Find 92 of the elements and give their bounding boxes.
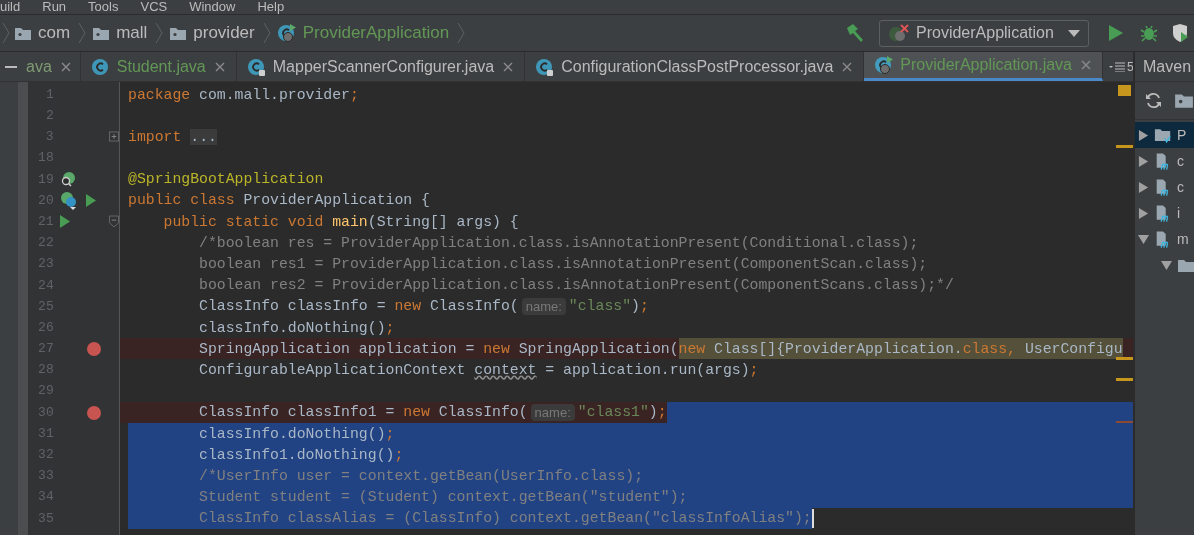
coverage-icon[interactable] xyxy=(1172,24,1188,42)
breadcrumb-label: com xyxy=(38,22,71,45)
tree-item-label: c xyxy=(1177,180,1184,194)
code-line: public class ProviderApplication { xyxy=(128,191,430,211)
tree-item[interactable]: c xyxy=(1135,148,1194,174)
editor-tab[interactable]: Student.java xyxy=(80,52,237,81)
collapsed-arrow-icon[interactable] xyxy=(1138,129,1149,141)
breakpoint[interactable] xyxy=(86,405,101,420)
menu-item[interactable]: uild xyxy=(0,0,21,14)
close-icon[interactable] xyxy=(59,60,72,73)
breadcrumb-label: mall xyxy=(116,22,148,45)
close-icon[interactable] xyxy=(502,60,515,73)
editor-tab[interactable]: ava xyxy=(22,52,81,81)
parameter-hint: name: xyxy=(521,297,566,315)
code-fragment: ClassInfo classInfo = new ClassInfo( xyxy=(198,297,519,317)
code-line: /*boolean res = ProviderApplication.class.isAnnotationPresent(Conditional.class); xyxy=(198,233,919,253)
breadcrumb-separator-icon xyxy=(262,22,271,44)
minimize-icon[interactable] xyxy=(5,65,17,68)
code-line: @SpringBootApplication xyxy=(128,170,324,190)
menu-item[interactable]: Help xyxy=(257,0,285,14)
breadcrumb-item[interactable]: com xyxy=(12,20,91,46)
breadcrumb-item[interactable]: mall xyxy=(90,20,168,46)
breadcrumb-separator-icon xyxy=(457,22,466,44)
code-line: classInfo.doNothing(); xyxy=(198,318,395,338)
run-icon[interactable] xyxy=(85,194,96,208)
code-line: ClassInfo classAlias = (ClassInfo) context.getBean("classInfoAlias"); xyxy=(198,509,812,529)
code-line: import ... xyxy=(128,127,217,147)
breadcrumb-item[interactable]: provider xyxy=(167,20,275,46)
code-fragment: "class1"); xyxy=(577,403,667,423)
warning-marker[interactable] xyxy=(1118,85,1131,96)
parameter-hint: name: xyxy=(530,403,575,421)
tree-item-label: i xyxy=(1177,206,1181,220)
close-icon[interactable] xyxy=(213,60,226,73)
run-icon[interactable] xyxy=(59,215,70,229)
editor-tab[interactable]: ConfigurationClassPostProcessor.java xyxy=(525,52,865,81)
hammer-icon[interactable] xyxy=(845,23,865,43)
code-line: /*UserInfo user = context.getBean(UserInfo.class); xyxy=(198,466,643,486)
folder-icon xyxy=(169,25,188,41)
caret-icon xyxy=(1068,29,1080,37)
code-fragment: "class"); xyxy=(568,297,649,317)
text-cursor xyxy=(811,508,814,528)
code-line: package com.mall.provider; xyxy=(128,85,359,105)
collapse-fold-icon[interactable] xyxy=(109,215,119,229)
panel-title: Maven xyxy=(1143,56,1192,77)
run-icon[interactable] xyxy=(1109,25,1123,41)
tree-item[interactable]: P xyxy=(1135,122,1194,148)
folder-icon xyxy=(92,25,111,41)
spring-config-icon xyxy=(888,23,910,43)
folder-icon xyxy=(14,25,32,41)
tree-item[interactable]: i xyxy=(1135,200,1194,226)
expanded-arrow-icon[interactable] xyxy=(1138,233,1149,245)
tree-item[interactable]: m xyxy=(1135,226,1194,252)
tab-list-icon xyxy=(1109,61,1125,72)
collapsed-arrow-icon[interactable] xyxy=(1138,181,1149,193)
breakpoint[interactable] xyxy=(86,342,101,357)
breadcrumb-separator-icon xyxy=(2,22,10,44)
menu-item[interactable]: Tools xyxy=(88,0,119,14)
bean-class-icon[interactable] xyxy=(59,190,78,211)
expand-fold-icon[interactable] xyxy=(109,131,119,143)
code-line: Student student = (Student) context.getBean("student"); xyxy=(198,488,688,508)
code-line: classInfo.doNothing(); xyxy=(198,424,395,444)
expanded-arrow-icon[interactable] xyxy=(1161,259,1172,271)
collapsed-arrow-icon[interactable] xyxy=(1138,207,1149,219)
refresh-icon[interactable] xyxy=(1145,92,1162,109)
breadcrumb-separator-icon xyxy=(155,22,164,44)
breadcrumb-separator-icon xyxy=(78,22,87,44)
code-line: classInfo1.doNothing(); xyxy=(198,445,404,465)
tree-item-label: c xyxy=(1177,154,1184,168)
menu-item[interactable]: VCS xyxy=(140,0,168,14)
code-fragment: ClassInfo classInfo1 = new ClassInfo( xyxy=(198,403,528,423)
bean-search-icon[interactable] xyxy=(59,171,76,188)
editor-tab[interactable]: MapperScannerConfigurer.java xyxy=(236,52,526,81)
breadcrumb-item[interactable]: ProviderApplication xyxy=(274,20,470,46)
code-line: boolean res2 = ProviderApplication.class.isAnnotationPresent(ComponentScans.class);*/ xyxy=(198,276,954,296)
breadcrumb-label: provider xyxy=(193,22,255,45)
menu-item[interactable]: Window xyxy=(189,0,236,14)
code-line: public static void main(String[] args) { xyxy=(162,212,519,232)
breadcrumb-label: ProviderApplication xyxy=(302,22,450,45)
tree-item-label: P xyxy=(1177,128,1187,142)
tree-item[interactable]: c xyxy=(1135,174,1194,200)
code-fragment: SpringApplication application = new SpringApplication( xyxy=(198,339,679,359)
hidden-tabs-button[interactable]: 5 xyxy=(1103,52,1140,81)
run-configuration-dropdown[interactable]: ProviderApplication xyxy=(879,19,1089,47)
highlighted-code: new Class[]{ProviderApplication.class, UserConfigu xyxy=(678,338,1123,360)
tree-item-label: m xyxy=(1177,232,1189,246)
menu-item[interactable]: Run xyxy=(42,0,67,14)
code-line: boolean res1 = ProviderApplication.class.isAnnotationPresent(ComponentScan.class); xyxy=(198,255,928,274)
bug-icon[interactable] xyxy=(1140,24,1158,42)
collapsed-arrow-icon[interactable] xyxy=(1138,155,1149,167)
close-icon[interactable] xyxy=(841,60,854,73)
code-line: ConfigurableApplicationContext context = application.run(args); xyxy=(198,360,759,380)
close-icon[interactable] xyxy=(1080,59,1092,71)
